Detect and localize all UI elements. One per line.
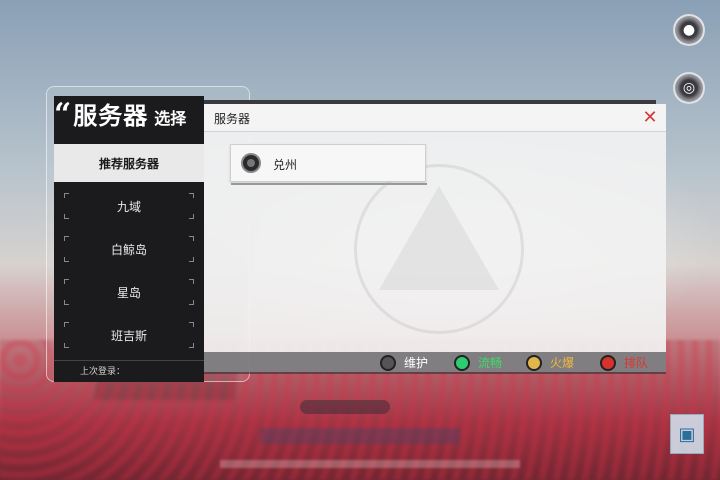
legend-label: 火爆	[550, 356, 575, 370]
legend-smooth: 流畅	[454, 354, 502, 371]
legend-label: 流畅	[478, 356, 503, 370]
legend-busy: 火爆	[526, 354, 574, 371]
sidebar-item-xingdao[interactable]: 星岛	[54, 273, 204, 311]
title-sub: 选择	[154, 109, 187, 128]
status-legend: 维护 流畅 火爆 排队	[204, 352, 666, 374]
background-blur-element	[260, 428, 460, 444]
sidebar-item-recommended[interactable]: 推荐服务器	[54, 144, 204, 182]
sidebar-item-banjisi[interactable]: 班吉斯	[54, 316, 204, 354]
busy-dot-icon	[526, 354, 542, 371]
server-name: 兑州	[273, 158, 298, 172]
sidebar-item-jiuyu[interactable]: 九域	[54, 187, 204, 225]
smooth-dot-icon	[454, 354, 470, 371]
sidebar-item-label: 九域	[116, 199, 141, 214]
page-title: “ 服务器 选择	[54, 96, 204, 132]
panel-title: 服务器	[214, 112, 251, 126]
queue-dot-icon	[600, 354, 616, 371]
server-panel: 服务器 ✕ 兑州	[204, 100, 666, 372]
server-card[interactable]: 兑州	[230, 144, 427, 185]
server-region-list: 推荐服务器 九域 白鲸岛 星岛 班吉斯	[54, 144, 204, 359]
sidebar-item-label: 班吉斯	[110, 328, 147, 343]
legend-queue: 排队	[600, 354, 648, 371]
profile-icon[interactable]: ●	[673, 14, 705, 46]
watermark-triangle-icon	[379, 186, 499, 290]
sidebar-item-label: 星岛	[116, 285, 141, 300]
close-icon[interactable]: ✕	[640, 108, 660, 128]
maintenance-dot-icon	[380, 354, 396, 371]
quote-mark: “	[54, 97, 72, 132]
legend-label: 维护	[404, 356, 429, 370]
background-blur-element	[300, 400, 390, 414]
panel-header: 服务器 ✕	[204, 104, 666, 132]
legend-label: 排队	[624, 356, 649, 370]
sidebar-item-label: 白鲸岛	[110, 242, 147, 257]
age-rating-icon: ▣	[670, 414, 704, 454]
settings-icon[interactable]: ◎	[673, 72, 705, 104]
sidebar-item-label: 推荐服务器	[98, 156, 159, 171]
sidebar-item-baijingdao[interactable]: 白鲸岛	[54, 230, 204, 268]
legend-maintenance: 维护	[380, 354, 428, 371]
last-login-label: 上次登录：	[54, 360, 204, 382]
server-status-icon	[241, 153, 261, 173]
background-blur-element	[220, 460, 520, 468]
title-main: 服务器	[73, 102, 149, 130]
